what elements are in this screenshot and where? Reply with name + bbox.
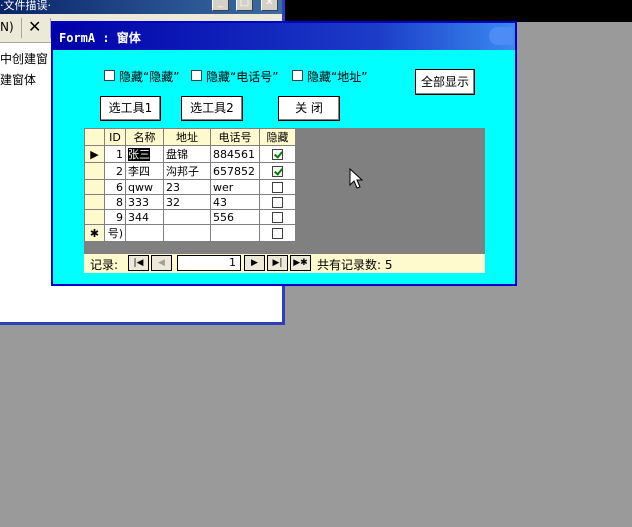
maximize-icon[interactable]: □ xyxy=(236,0,253,11)
hide-hidden-label: 隐藏“隐藏” xyxy=(119,70,180,84)
form-titlebar[interactable]: FormA : 窗体 xyxy=(53,23,515,50)
record-count: 共有记录数: 5 xyxy=(317,258,393,272)
show-all-button[interactable]: 全部显示 xyxy=(415,69,475,95)
last-record-icon[interactable]: ▶| xyxy=(267,255,288,271)
cell-phone[interactable]: wer xyxy=(210,179,260,195)
cell-address[interactable]: 沟邦子 xyxy=(163,162,211,180)
record-selector[interactable] xyxy=(84,194,105,210)
tool1-button[interactable]: 选工具1 xyxy=(100,96,161,121)
mouse-cursor-icon xyxy=(349,168,364,189)
form-a-window: FormA : 窗体 隐藏“隐藏” 隐藏“电话号” 隐藏“地址” 全部显示 选工… xyxy=(51,21,517,286)
background-text-line: 中创建窗 xyxy=(0,52,49,66)
hidden-checkbox-checked[interactable] xyxy=(272,149,283,160)
form-title: FormA : 窗体 xyxy=(59,31,141,45)
background-window-title: ·文件描误· xyxy=(0,0,51,12)
table-row[interactable]: ▶ 1 张三 盘锦 884561 xyxy=(84,145,296,163)
header-selector[interactable] xyxy=(84,128,105,146)
cell-phone[interactable]: 556 xyxy=(210,209,260,225)
cell-name[interactable]: 张三 xyxy=(125,145,164,163)
cell-address[interactable]: 32 xyxy=(163,194,211,210)
column-header-name[interactable]: 名称 xyxy=(125,128,164,146)
cell-id[interactable]: 9 xyxy=(104,209,126,225)
column-header-address[interactable]: 地址 xyxy=(163,128,211,146)
cell-id[interactable]: 2 xyxy=(104,162,126,180)
datasheet[interactable]: ID 名称 地址 电话号 隐藏 ▶ 1 张三 盘锦 884561 2 李四 沟邦… xyxy=(84,128,485,268)
hidden-checkbox[interactable] xyxy=(272,182,283,193)
cell-address[interactable]: 23 xyxy=(163,179,211,195)
new-record-row[interactable]: ✱ 号) xyxy=(84,224,296,242)
minimize-icon[interactable]: _ xyxy=(212,0,229,11)
cell-hidden[interactable] xyxy=(259,224,296,242)
record-label: 记录: xyxy=(90,258,119,272)
cell-hidden[interactable] xyxy=(259,209,296,225)
toolbar-menu-text[interactable]: N) xyxy=(0,20,14,34)
cell-name[interactable]: qww xyxy=(125,179,164,195)
hide-address-label: 隐藏“地址” xyxy=(307,70,368,84)
background-window-titlebar[interactable]: ·文件描误· _ □ ✕ xyxy=(0,0,282,14)
titlebar-button[interactable] xyxy=(489,27,513,45)
hidden-checkbox[interactable] xyxy=(272,212,283,223)
cell-name[interactable]: 李四 xyxy=(125,162,164,180)
cell-hidden[interactable] xyxy=(259,179,296,195)
cell-hidden[interactable] xyxy=(259,194,296,210)
record-selector-current-icon[interactable]: ▶ xyxy=(84,145,105,163)
hidden-checkbox-checked[interactable] xyxy=(272,166,283,177)
cell-address[interactable]: 盘锦 xyxy=(163,145,211,163)
tool2-button[interactable]: 选工具2 xyxy=(181,96,243,121)
hidden-checkbox[interactable] xyxy=(272,228,283,239)
background-text-line: 建窗体 xyxy=(0,73,37,87)
hidden-checkbox[interactable] xyxy=(272,197,283,208)
next-record-icon[interactable]: ▶ xyxy=(244,255,265,271)
prev-record-icon[interactable]: ◀ xyxy=(151,255,172,271)
close-button[interactable]: 关 闭 xyxy=(278,96,340,121)
cell-phone[interactable]: 43 xyxy=(210,194,260,210)
table-row[interactable]: 8 333 32 43 xyxy=(84,194,296,210)
cell-phone[interactable] xyxy=(210,224,260,242)
cell-id[interactable]: 1 xyxy=(104,145,126,163)
hide-phone-label: 隐藏“电话号” xyxy=(206,70,279,84)
header-row: ID 名称 地址 电话号 隐藏 xyxy=(84,128,296,146)
record-navigator: 记录: |◀ ◀ 1 ▶ ▶| ▶✱ 共有记录数: 5 xyxy=(84,253,485,273)
first-record-icon[interactable]: |◀ xyxy=(128,255,149,271)
cell-hidden[interactable] xyxy=(259,162,296,180)
close-icon[interactable]: ✕ xyxy=(261,0,278,11)
new-record-selector-icon[interactable]: ✱ xyxy=(84,224,105,242)
table-row[interactable]: 2 李四 沟邦子 657852 xyxy=(84,162,296,180)
toolbar-separator xyxy=(21,18,22,38)
hide-address-checkbox[interactable] xyxy=(292,70,303,81)
record-number-input[interactable]: 1 xyxy=(177,255,241,271)
column-header-phone[interactable]: 电话号 xyxy=(210,128,260,146)
selected-text: 张三 xyxy=(128,148,150,161)
datasheet-table: ID 名称 地址 电话号 隐藏 ▶ 1 张三 盘锦 884561 2 李四 沟邦… xyxy=(84,128,296,242)
column-header-id[interactable]: ID xyxy=(104,128,126,146)
cell-name[interactable]: 344 xyxy=(125,209,164,225)
hide-hidden-checkbox[interactable] xyxy=(104,70,115,81)
table-row[interactable]: 9 344 556 xyxy=(84,209,296,225)
record-selector[interactable] xyxy=(84,179,105,195)
hide-phone-checkbox[interactable] xyxy=(191,70,202,81)
cell-id[interactable]: 6 xyxy=(104,179,126,195)
cell-id[interactable]: 号) xyxy=(104,224,126,242)
cell-address[interactable] xyxy=(163,209,211,225)
cell-id[interactable]: 8 xyxy=(104,194,126,210)
cell-name[interactable] xyxy=(125,224,164,242)
cell-address[interactable] xyxy=(163,224,211,242)
record-selector[interactable] xyxy=(84,162,105,180)
cell-hidden[interactable] xyxy=(259,145,296,163)
cell-phone[interactable]: 884561 xyxy=(210,145,260,163)
new-record-icon[interactable]: ▶✱ xyxy=(290,255,311,271)
table-row[interactable]: 6 qww 23 wer xyxy=(84,179,296,195)
column-header-hidden[interactable]: 隐藏 xyxy=(259,128,296,146)
close-icon[interactable]: ✕ xyxy=(28,17,41,36)
cell-phone[interactable]: 657852 xyxy=(210,162,260,180)
record-selector[interactable] xyxy=(84,209,105,225)
cell-name[interactable]: 333 xyxy=(125,194,164,210)
